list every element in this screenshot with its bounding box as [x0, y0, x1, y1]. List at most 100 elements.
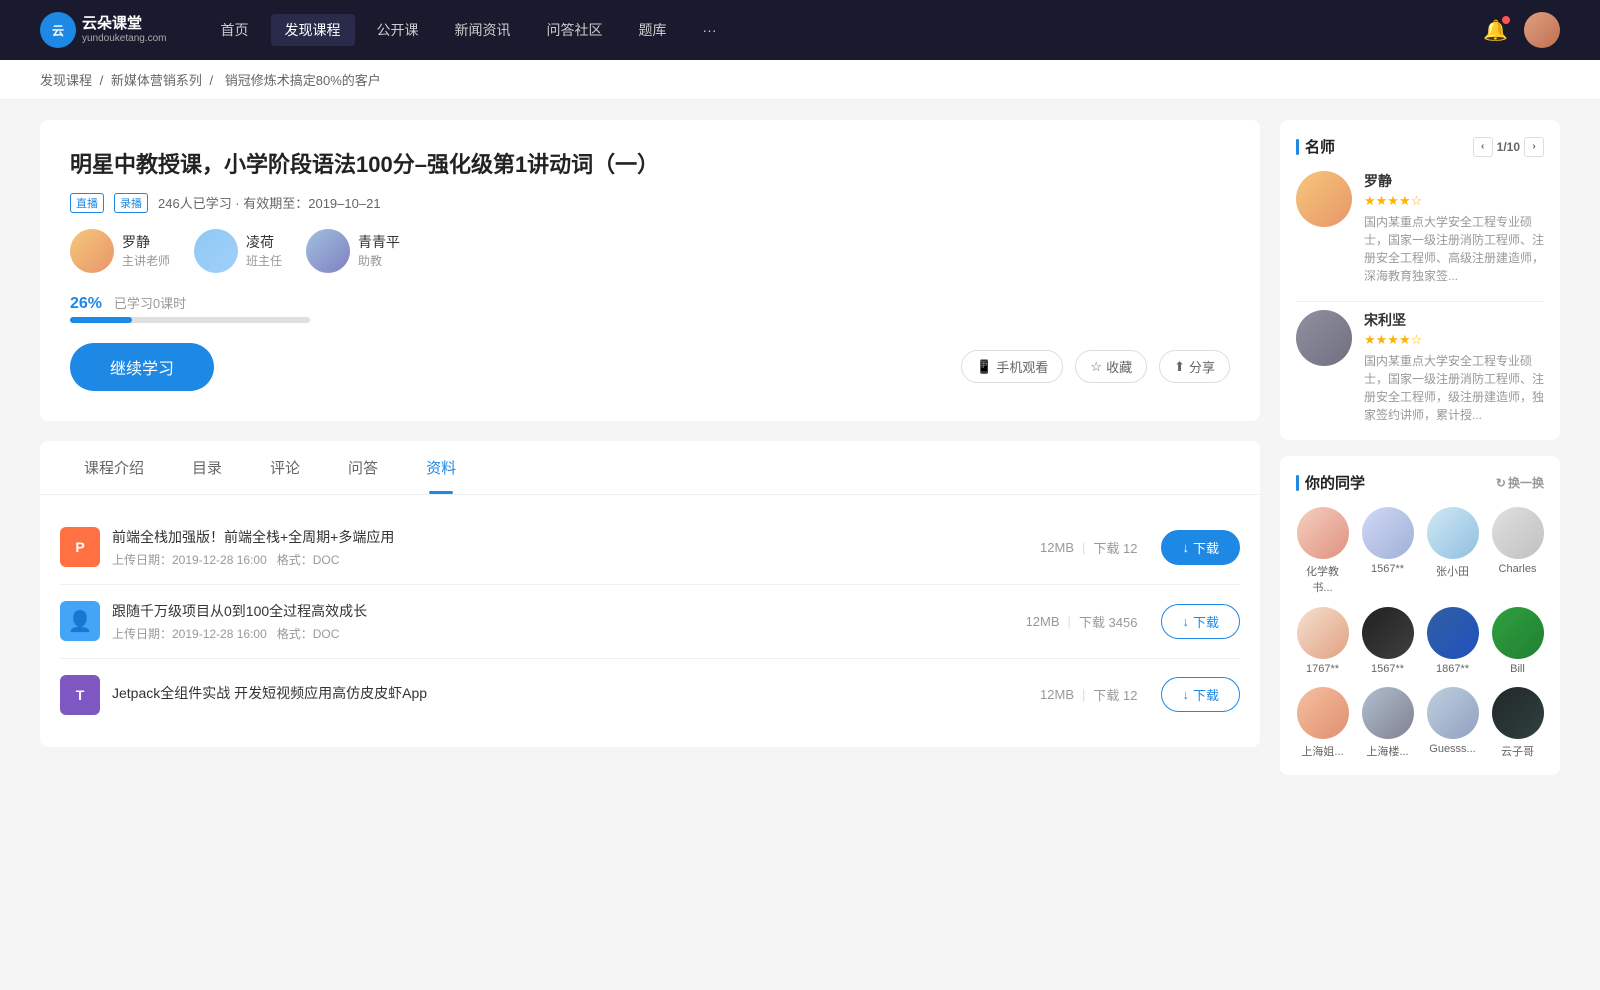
cm-avatar-10[interactable]	[1427, 687, 1479, 739]
classmate-item-10: Guesss...	[1426, 687, 1479, 759]
breadcrumb-discover[interactable]: 发现课程	[40, 73, 92, 88]
bell-icon[interactable]: 🔔	[1483, 18, 1508, 43]
file-meta-1: 上传日期：2019-12-28 16:00 格式：DOC	[112, 625, 1002, 642]
file-name-0: 前端全栈加强版！前端全栈+全周期+多端应用	[112, 527, 1016, 547]
tab-materials[interactable]: 资料	[402, 441, 480, 494]
cm-avatar-8[interactable]	[1297, 687, 1349, 739]
classmate-item-6: 1867**	[1426, 607, 1479, 675]
download-label-0: 下载	[1193, 538, 1219, 557]
cm-name-3: Charles	[1499, 563, 1537, 575]
continue-button[interactable]: 继续学习	[70, 343, 214, 391]
teacher-avatar-2	[306, 229, 350, 273]
cm-avatar-0[interactable]	[1297, 507, 1349, 559]
cm-name-0: 化学教书...	[1296, 563, 1349, 595]
nav-item-qa[interactable]: 问答社区	[533, 14, 617, 46]
cm-name-10: Guesss...	[1429, 743, 1475, 755]
cm-avatar-5[interactable]	[1362, 607, 1414, 659]
file-meta-0: 上传日期：2019-12-28 16:00 格式：DOC	[112, 551, 1016, 568]
pagination-prev[interactable]: ‹	[1473, 137, 1493, 157]
share-icon: ⬆	[1174, 359, 1185, 375]
teacher-role-0: 主讲老师	[122, 252, 170, 269]
download-button-1[interactable]: ↓ 下载	[1161, 604, 1240, 639]
classmate-item-4: 1767**	[1296, 607, 1349, 675]
divider-1	[1296, 301, 1544, 302]
progress-section: 26% 已学习0课时	[70, 293, 1230, 323]
nav-item-more[interactable]: ···	[689, 16, 731, 44]
te-name-1: 宋利坚	[1364, 310, 1544, 330]
teacher-info-0: 罗静 主讲老师	[122, 232, 170, 269]
tab-catalog[interactable]: 目录	[168, 441, 246, 494]
classmate-item-3: Charles	[1491, 507, 1544, 595]
classmate-item-0: 化学教书...	[1296, 507, 1349, 595]
cm-avatar-6[interactable]	[1427, 607, 1479, 659]
file-name-2: Jetpack全组件实战 开发短视频应用高仿皮皮虾App	[112, 683, 1016, 703]
file-info-0: 前端全栈加强版！前端全栈+全周期+多端应用 上传日期：2019-12-28 16…	[112, 527, 1016, 568]
teacher-avatar-1	[194, 229, 238, 273]
file-size-2: 12MB	[1040, 687, 1074, 702]
cm-avatar-4[interactable]	[1297, 607, 1349, 659]
teacher-name-1: 凌荷	[246, 232, 282, 252]
tabs-card: 课程介绍 目录 评论 问答 资料 P 前端全栈加强版！前端全栈+全周期+多端应用…	[40, 441, 1260, 747]
teachers-panel-title: 名师	[1305, 136, 1335, 157]
te-info-1: 宋利坚 ★★★★☆ 国内某重点大学安全工程专业硕士，国家一级注册消防工程师、注册…	[1364, 310, 1544, 424]
breadcrumb-series[interactable]: 新媒体营销系列	[111, 73, 202, 88]
cm-avatar-7[interactable]	[1492, 607, 1544, 659]
navbar: 云 云朵课堂 yundouketang.com 首页 发现课程 公开课 新闻资讯…	[0, 0, 1600, 60]
nav-item-discover[interactable]: 发现课程	[271, 14, 355, 46]
share-button[interactable]: ⬆ 分享	[1159, 350, 1230, 383]
teacher-item-2: 青青平 助教	[306, 229, 400, 273]
cm-avatar-2[interactable]	[1427, 507, 1479, 559]
te-avatar-0	[1296, 171, 1352, 227]
bell-notification-dot	[1502, 16, 1510, 24]
phone-watch-button[interactable]: 📱 手机观看	[961, 350, 1063, 383]
download-icon-0: ↓	[1182, 540, 1189, 555]
download-button-0[interactable]: ↓ 下载	[1161, 530, 1240, 565]
nav-right: 🔔	[1483, 12, 1560, 48]
teacher-item-0: 罗静 主讲老师	[70, 229, 170, 273]
progress-bar-bg	[70, 317, 310, 323]
classmate-item-1: 1567**	[1361, 507, 1414, 595]
nav-item-news[interactable]: 新闻资讯	[441, 14, 525, 46]
teacher-info-2: 青青平 助教	[358, 232, 400, 269]
classmate-item-7: Bill	[1491, 607, 1544, 675]
classmates-panel: 你的同学 ↻ 换一换 化学教书... 1567**	[1280, 456, 1560, 775]
logo[interactable]: 云 云朵课堂 yundouketang.com	[40, 12, 167, 48]
file-stats-0: 12MB | 下载 12	[1040, 538, 1137, 557]
refresh-label: 换一换	[1508, 474, 1544, 491]
badge-rec: 录播	[114, 193, 148, 213]
cm-name-11: 云子哥	[1501, 743, 1534, 759]
file-item-0: P 前端全栈加强版！前端全栈+全周期+多端应用 上传日期：2019-12-28 …	[60, 511, 1240, 585]
phone-icon: 📱	[976, 359, 992, 375]
teacher-entry-0: 罗静 ★★★★☆ 国内某重点大学安全工程专业硕士，国家一级注册消防工程师、注册安…	[1296, 171, 1544, 285]
cm-avatar-1[interactable]	[1362, 507, 1414, 559]
pagination-current: 1/10	[1497, 140, 1520, 154]
teachers-list: 罗静 主讲老师 凌荷 班主任	[70, 229, 1230, 273]
file-downloads-2: 下载 12	[1093, 685, 1137, 704]
collect-button[interactable]: ☆ 收藏	[1075, 350, 1147, 383]
file-info-2: Jetpack全组件实战 开发短视频应用高仿皮皮虾App	[112, 683, 1016, 707]
nav-item-quiz[interactable]: 题库	[625, 14, 681, 46]
cm-name-6: 1867**	[1436, 663, 1469, 675]
pagination: ‹ 1/10 ›	[1473, 137, 1544, 157]
tab-review[interactable]: 评论	[246, 441, 324, 494]
progress-bar-fill	[70, 317, 132, 323]
cm-avatar-9[interactable]	[1362, 687, 1414, 739]
cm-avatar-11[interactable]	[1492, 687, 1544, 739]
nav-item-home[interactable]: 首页	[207, 14, 263, 46]
cm-name-8: 上海姐...	[1301, 743, 1343, 759]
pagination-next[interactable]: ›	[1524, 137, 1544, 157]
classmates-grid: 化学教书... 1567** 张小田	[1296, 507, 1544, 759]
teacher-name-0: 罗静	[122, 232, 170, 252]
nav-item-open[interactable]: 公开课	[363, 14, 433, 46]
download-button-2[interactable]: ↓ 下载	[1161, 677, 1240, 712]
refresh-button[interactable]: ↻ 换一换	[1496, 474, 1544, 491]
file-downloads-0: 下载 12	[1093, 538, 1137, 557]
file-item-2: T Jetpack全组件实战 开发短视频应用高仿皮皮虾App 12MB | 下载…	[60, 659, 1240, 731]
classmate-item-5: 1567**	[1361, 607, 1414, 675]
cm-avatar-3[interactable]	[1492, 507, 1544, 559]
file-size-1: 12MB	[1026, 614, 1060, 629]
user-avatar[interactable]	[1524, 12, 1560, 48]
tab-qa[interactable]: 问答	[324, 441, 402, 494]
tab-intro[interactable]: 课程介绍	[60, 441, 168, 494]
badge-live: 直播	[70, 193, 104, 213]
